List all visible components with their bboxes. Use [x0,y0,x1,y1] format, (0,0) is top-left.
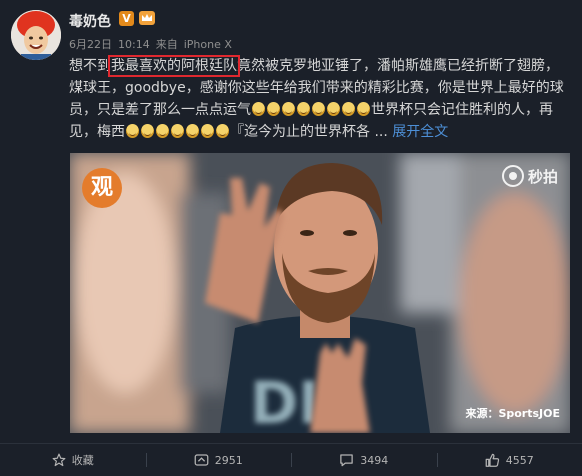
post-device: iPhone X [183,38,232,51]
crying-face-icon [141,124,154,138]
like-button[interactable]: 4557 [436,444,582,476]
repost-count: 2951 [214,453,243,467]
thumbs-up-icon [485,453,499,467]
post-date[interactable]: 6月22日 [69,38,112,51]
video-player[interactable]: DIS 观 秒拍 来源：SportsJOE [70,153,570,433]
post-source-prefix: 来自 [155,38,178,51]
miaopai-logo-icon [501,165,524,187]
crying-face-icon [171,124,184,138]
miaopai-watermark: 秒拍 [501,165,558,187]
crying-face-icon [201,124,214,138]
crying-face-icon [216,124,229,138]
crying-face-icon [327,102,340,116]
crying-face-icon [156,124,169,138]
like-count: 4557 [505,453,534,467]
username[interactable]: 毒奶色 [69,11,111,31]
crying-face-icon [357,102,370,116]
post-meta: 6月22日 10:14 来自 iPhone X [69,36,232,52]
post-text-segment: 『迄今为止的世界杯各 ... [230,124,388,140]
video-source-label: 来源：SportsJOE [465,407,560,420]
crying-face-icon [267,102,280,116]
crying-face-icon [186,124,199,138]
star-icon [52,453,66,467]
favorite-button[interactable]: 收藏 [0,444,146,476]
crying-face-icon [282,102,295,116]
video-frame-image: DIS [70,153,570,433]
post-time[interactable]: 10:14 [118,38,150,51]
avatar-image [11,10,61,60]
member-crown-icon[interactable] [138,9,156,27]
favorite-label: 收藏 [71,454,94,467]
repost-button[interactable]: 2951 [145,444,292,476]
comment-icon [340,454,353,467]
crying-face-icon [342,102,355,116]
highlighted-phrase: 我最喜欢的阿根廷队 [108,55,240,77]
verified-badge-icon: V [119,11,134,26]
action-bar: 收藏 2951 3494 4557 [0,444,582,476]
crying-face-icon [252,102,265,116]
post-text-segment: 想不到 [69,58,111,74]
guan-channel-logo-icon: 观 [82,168,122,208]
crying-face-icon [297,102,310,116]
miaopai-label: 秒拍 [527,167,558,186]
repost-icon [194,454,209,466]
crying-face-icon [312,102,325,116]
comment-count: 3494 [360,453,389,467]
expand-full-text-link[interactable]: 展开全文 [392,124,448,140]
crying-face-icon [126,124,139,138]
post-text: 想不到我最喜欢的阿根廷队竟然被克罗地亚锤了，潘帕斯雄鹰已经折断了翅膀，煤球王，g… [69,55,569,143]
comment-button[interactable]: 3494 [291,444,437,476]
avatar[interactable] [11,10,61,60]
